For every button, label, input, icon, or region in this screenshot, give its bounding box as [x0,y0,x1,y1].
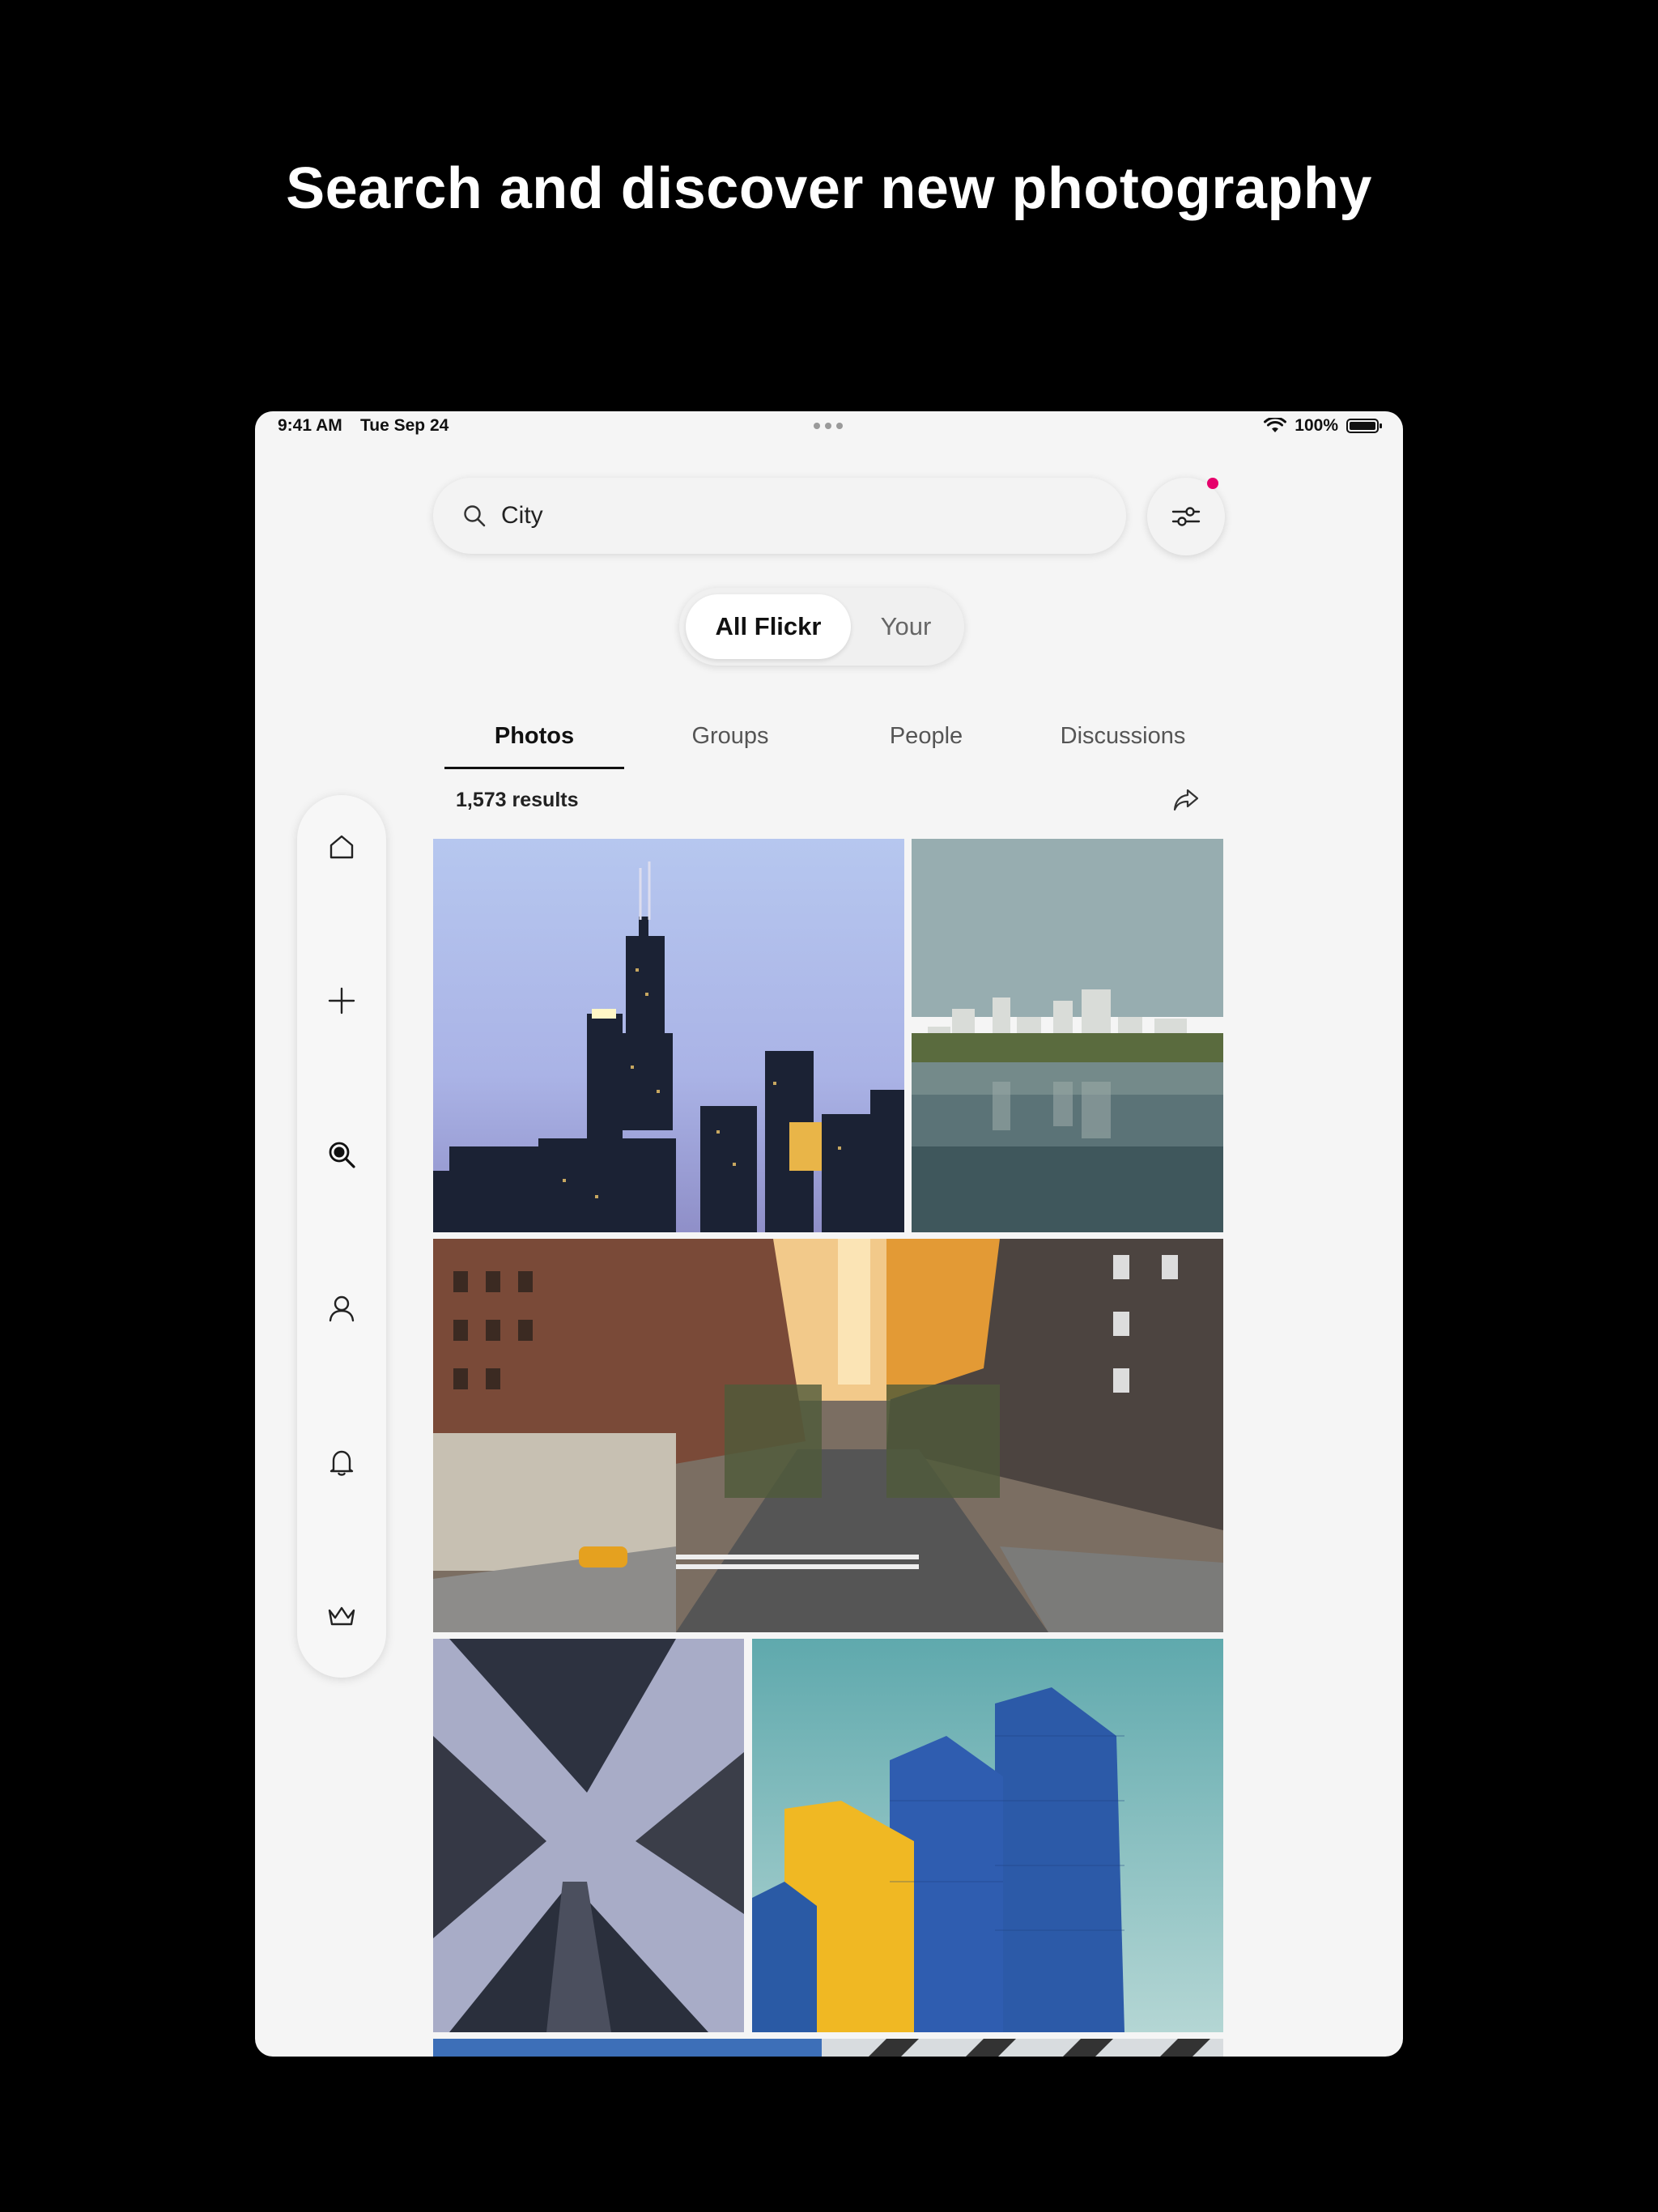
battery-percent: 100% [1295,416,1338,435]
photo-tile[interactable] [433,2039,1223,2057]
photo-tile[interactable] [433,1639,744,2032]
home-icon [329,835,354,859]
sidebar-item-upload[interactable] [325,985,358,1017]
filter-notification-dot [1207,478,1218,489]
bell-icon [329,1450,354,1476]
scope-toggle: All Flickr Your [679,588,964,666]
your-segment[interactable]: Your [854,594,958,659]
share-icon [1173,789,1199,811]
search-input[interactable] [500,501,1069,530]
headline: Search and discover new photography [286,156,1372,221]
photo-tile[interactable] [912,839,1223,1232]
photo-tile[interactable] [433,839,904,1232]
status-date: Tue Sep 24 [360,416,449,435]
search-icon [329,1142,355,1168]
plus-icon [328,987,355,1015]
multitasking-dots[interactable] [814,423,843,429]
crown-icon [328,1606,355,1626]
search-bar[interactable] [433,478,1126,554]
sidebar-item-notifications[interactable] [325,1446,358,1478]
wifi-icon [1264,418,1287,432]
sidebar-item-profile[interactable] [325,1292,358,1325]
status-right: 100% [1264,416,1382,436]
tab-groups[interactable]: Groups [640,716,820,769]
tab-discussions[interactable]: Discussions [1033,716,1213,769]
results-count: 1,573 results [456,789,579,811]
filter-button[interactable] [1147,478,1225,555]
sidebar-item-home[interactable] [325,831,358,863]
search-icon [464,505,486,527]
sidebar-item-search[interactable] [325,1138,358,1171]
tab-people[interactable]: People [836,716,1016,769]
photo-tile[interactable] [433,1239,1223,1632]
sidebar-nav [297,795,386,1678]
sliders-icon [1171,507,1201,526]
user-icon [329,1295,355,1322]
battery-icon [1346,419,1382,433]
tablet-screen: 9:41 AM Tue Sep 24 100% All Flickr Your [255,411,1403,2057]
status-time: 9:41 AM [278,416,342,435]
photo-tile[interactable] [752,1639,1223,2032]
all-flickr-segment[interactable]: All Flickr [686,594,851,659]
result-tabs: Photos Groups People Discussions [444,716,1231,772]
sidebar-item-pro[interactable] [325,1600,358,1632]
tab-photos[interactable]: Photos [444,716,624,769]
share-button[interactable] [1170,784,1202,816]
